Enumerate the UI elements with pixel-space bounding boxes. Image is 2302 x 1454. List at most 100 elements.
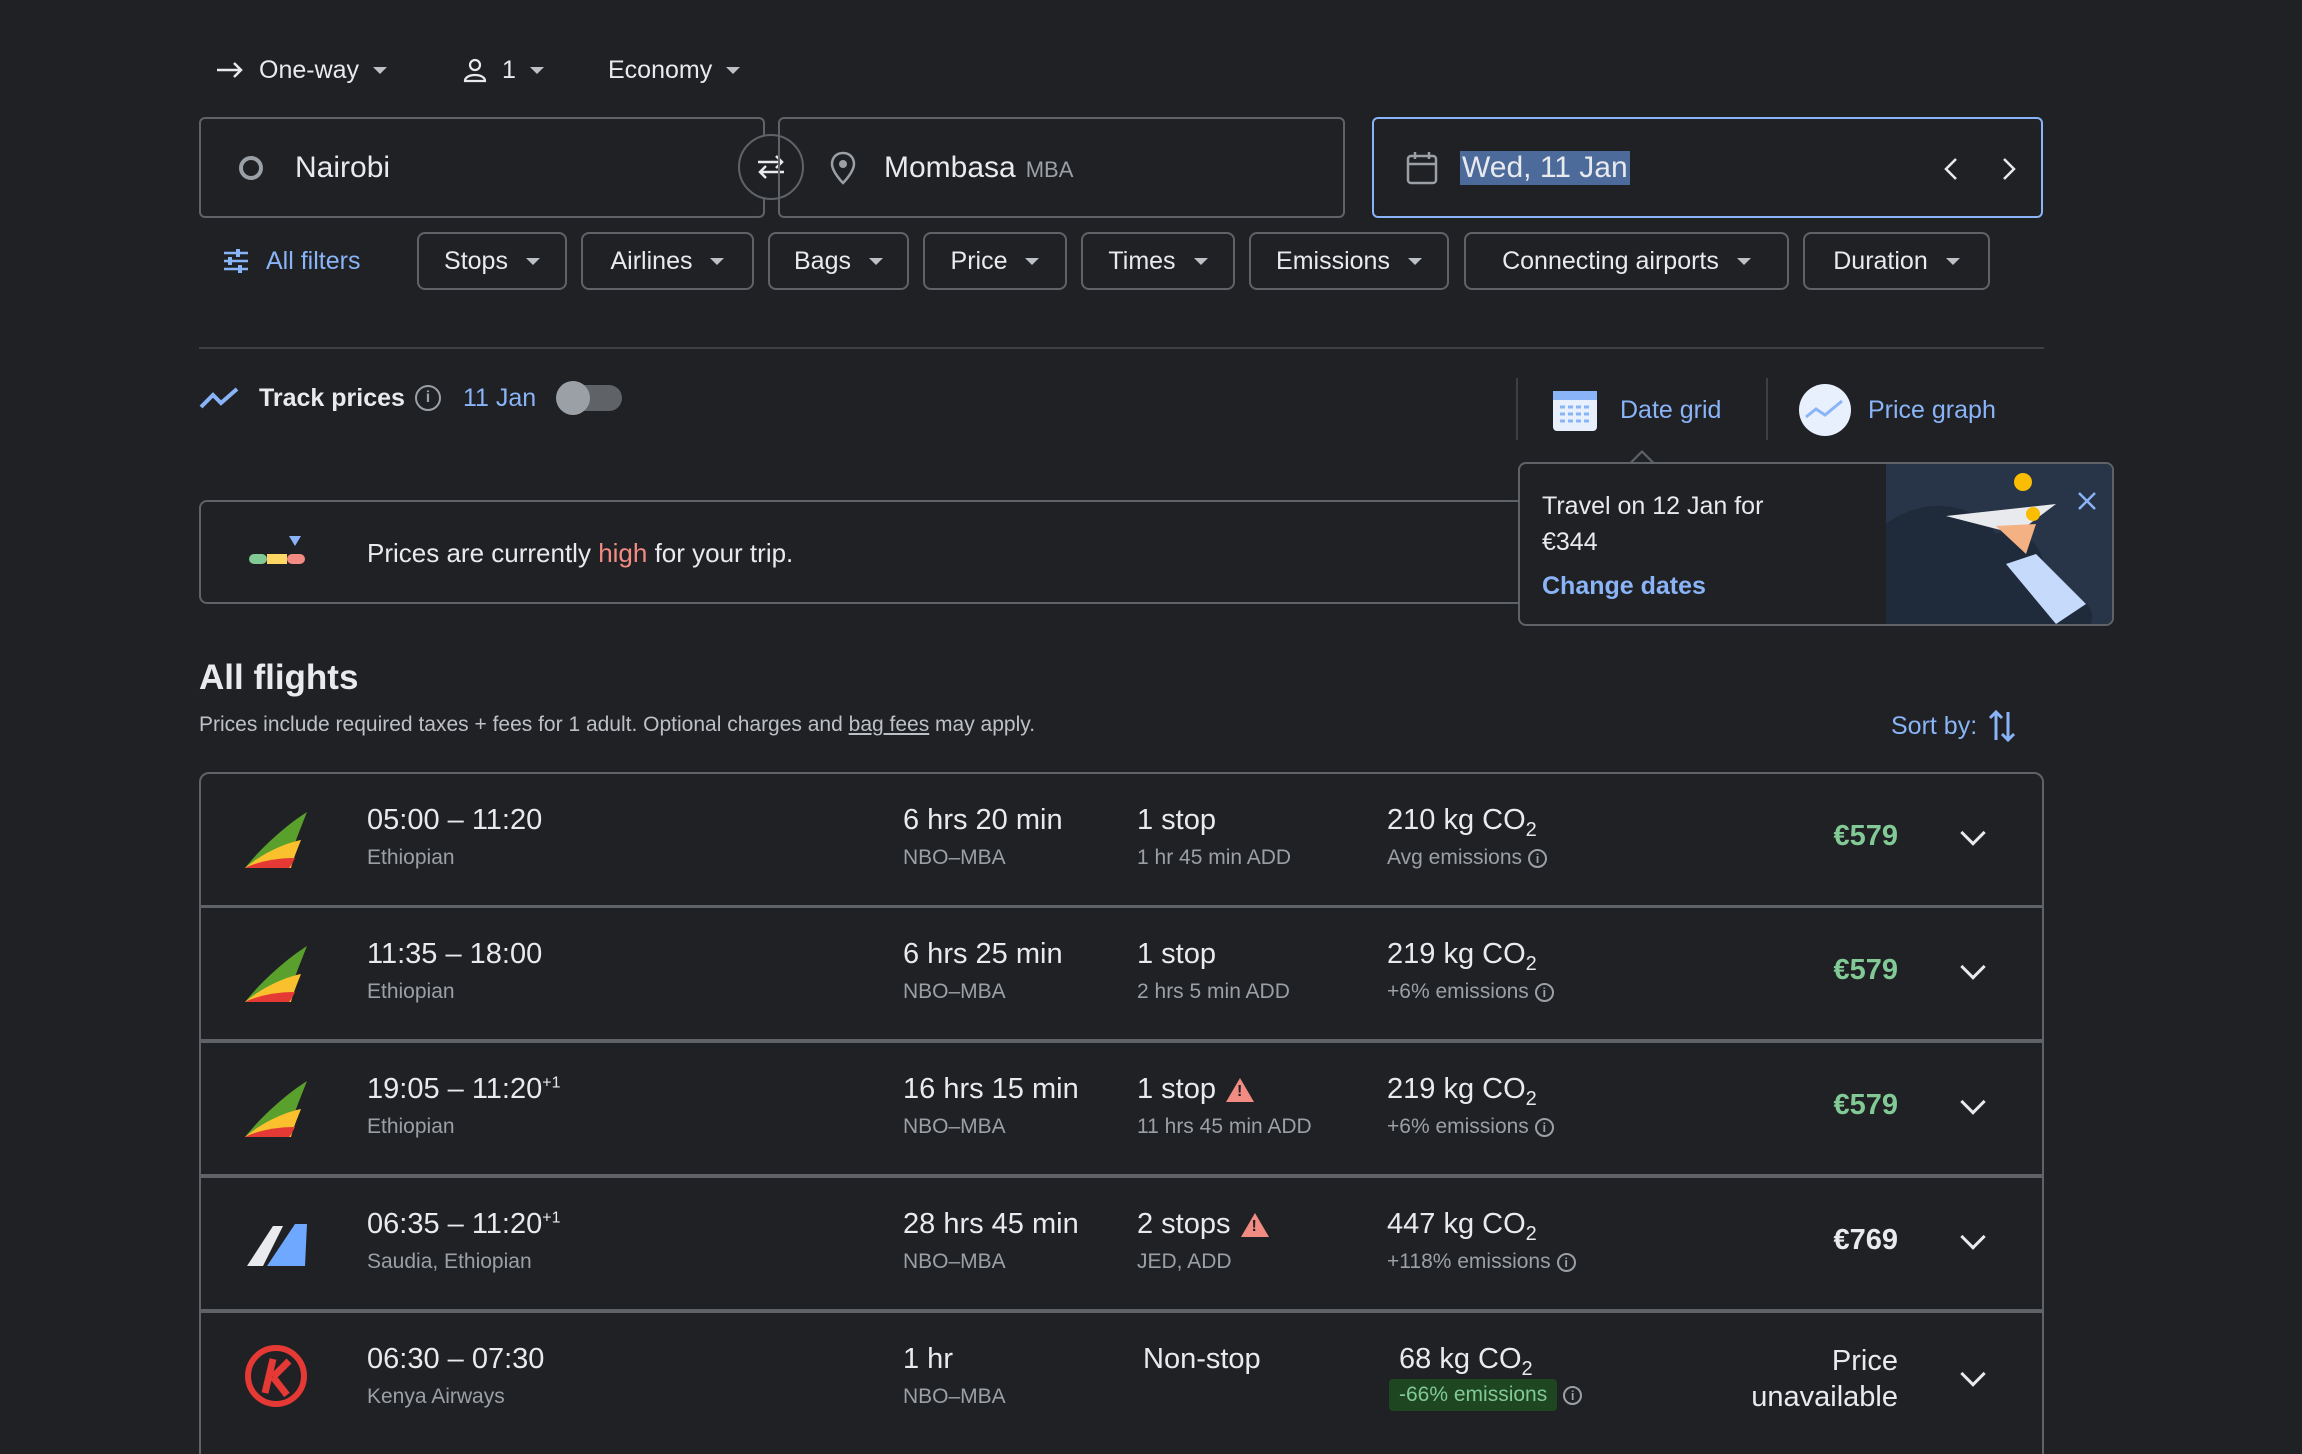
filter-chip-price[interactable]: Price [923,232,1067,290]
co2-amount: 68 kg CO2 [1399,1343,1533,1380]
passengers-select[interactable]: 1 [462,48,544,92]
passengers-count: 1 [502,55,516,84]
expand-chevron-icon[interactable] [1960,1089,1986,1115]
expand-chevron-icon[interactable] [1960,954,1986,980]
trip-type-select[interactable]: One-way [215,48,388,92]
flight-price: €579 [1833,954,1898,986]
filter-chip-stops[interactable]: Stops [417,232,567,290]
times-text: 11:35 – 18:00 [367,938,543,970]
times-text: 19:05 – 11:20 [367,1073,543,1105]
emissions-label: +6% emissions i [1387,1115,1554,1139]
stops-detail: JED, ADD [1137,1250,1232,1273]
trip-type-label: One-way [259,55,360,84]
tooltip-line2: €344 [1542,528,1598,556]
info-icon[interactable]: i [1563,1385,1583,1405]
filters-icon [224,249,248,273]
origin-field[interactable]: Nairobi [199,117,765,218]
emissions-badge: -66% emissions [1389,1379,1558,1411]
info-icon[interactable]: i [1528,848,1548,868]
flight-price: €579 [1833,1089,1898,1121]
flight-times: 05:00 – 11:20 [367,804,542,837]
filter-chip-airlines[interactable]: Airlines [581,232,754,290]
expand-chevron-icon[interactable] [1960,820,1986,846]
chip-label: Price [950,246,1008,275]
flight-row[interactable]: 06:35 – 11:20+1 Saudia, Ethiopian 28 hrs… [199,1176,2044,1311]
stops-detail: 1 hr 45 min ADD [1137,846,1292,869]
divider [1516,378,1518,440]
flight-route: NBO–MBA [903,1115,1006,1138]
bag-fees-link[interactable]: bag fees [849,713,930,736]
filter-chip-times[interactable]: Times [1081,232,1235,290]
track-prices-label: Track prices [259,383,405,412]
calendar-icon [1406,151,1438,184]
note-suffix: may apply. [929,713,1036,736]
previous-date-button[interactable] [1942,156,1960,182]
date-field[interactable]: Wed, 11 Jan [1372,117,2043,218]
track-prices-toggle[interactable] [556,381,623,415]
sort-label: Sort by: [1891,711,1978,740]
airline-name: Saudia, Ethiopian [367,1250,532,1273]
expand-chevron-icon[interactable] [1960,1361,1986,1387]
caret-down-icon [868,257,883,265]
change-dates-link[interactable]: Change dates [1542,572,1706,601]
cabin-select[interactable]: Economy [608,48,741,92]
price-insight-text: Prices are currently high for your trip. [367,538,793,569]
flight-times: 06:35 – 11:20+1 [367,1208,560,1241]
stops-text: 1 stop [1137,1073,1216,1105]
stops-detail: 2 hrs 5 min ADD [1137,980,1290,1003]
ethiopian-logo [245,1081,307,1137]
location-pin-icon [830,151,856,185]
warning-icon [1226,1078,1254,1103]
price-graph-button[interactable]: Price graph [1798,383,1996,437]
filter-chip-duration[interactable]: Duration [1803,232,1990,290]
price-line1: Price [1831,1345,1898,1377]
close-tooltip-button[interactable] [2076,490,2098,512]
co2-amount: 219 kg CO2 [1387,1073,1537,1110]
cabin-label: Economy [608,55,713,84]
date-grid-icon [1553,391,1597,431]
caret-down-icon [529,66,544,74]
expand-chevron-icon[interactable] [1960,1224,1986,1250]
ethiopian-logo [245,946,307,1002]
caret-down-icon [1025,257,1040,265]
flight-price: €579 [1833,820,1898,852]
caret-down-icon [1193,257,1208,265]
info-icon[interactable]: i [1534,1117,1554,1137]
destination-field[interactable]: Mombasa MBA [778,117,1345,218]
flight-row[interactable]: 19:05 – 11:20+1 Ethiopian 16 hrs 15 min … [199,1041,2044,1176]
caret-down-icon [726,66,741,74]
insight-suffix: for your trip. [647,538,794,568]
caret-down-icon [373,66,388,74]
co2-text: 219 kg CO [1387,1073,1526,1105]
info-icon[interactable]: i [1556,1252,1576,1272]
emissions-label: -66% emissions i [1389,1379,1583,1411]
sort-icon [1989,709,2016,743]
flight-route: NBO–MBA [903,1385,1006,1408]
price-unavailable: Price unavailable [1751,1343,1898,1415]
trending-icon [199,387,239,409]
flight-row[interactable]: 05:00 – 11:20 Ethiopian 6 hrs 20 min NBO… [199,772,2044,907]
flight-row[interactable]: 06:30 – 07:30 Kenya Airways 1 hr NBO–MBA… [199,1311,2044,1454]
chip-label: Emissions [1276,246,1390,275]
info-icon[interactable]: i [1534,982,1554,1002]
stops-count: Non-stop [1143,1343,1261,1375]
emissions-text: +6% emissions [1387,980,1529,1003]
flight-times: 19:05 – 11:20+1 [367,1073,560,1106]
sort-button[interactable]: Sort by: [1891,706,2017,746]
filter-chip-connecting-airports[interactable]: Connecting airports [1464,232,1789,290]
results-note: Prices include required taxes + fees for… [199,713,1035,737]
person-icon [463,58,487,83]
next-date-button[interactable] [2000,156,2018,182]
all-filters-button[interactable]: All filters [222,232,360,290]
flight-row[interactable]: 11:35 – 18:00 Ethiopian 6 hrs 25 min NBO… [199,906,2044,1041]
times-text: 06:30 – 07:30 [367,1343,545,1375]
info-icon[interactable]: i [414,385,441,411]
date-grid-button[interactable]: Date grid [1550,383,1721,437]
airline-name: Ethiopian [367,846,455,869]
divider [199,347,2044,349]
filter-chip-emissions[interactable]: Emissions [1249,232,1449,290]
filter-chip-bags[interactable]: Bags [768,232,909,290]
price-level-icon [249,536,305,564]
flight-route: NBO–MBA [903,1250,1006,1273]
divider [1766,378,1768,440]
